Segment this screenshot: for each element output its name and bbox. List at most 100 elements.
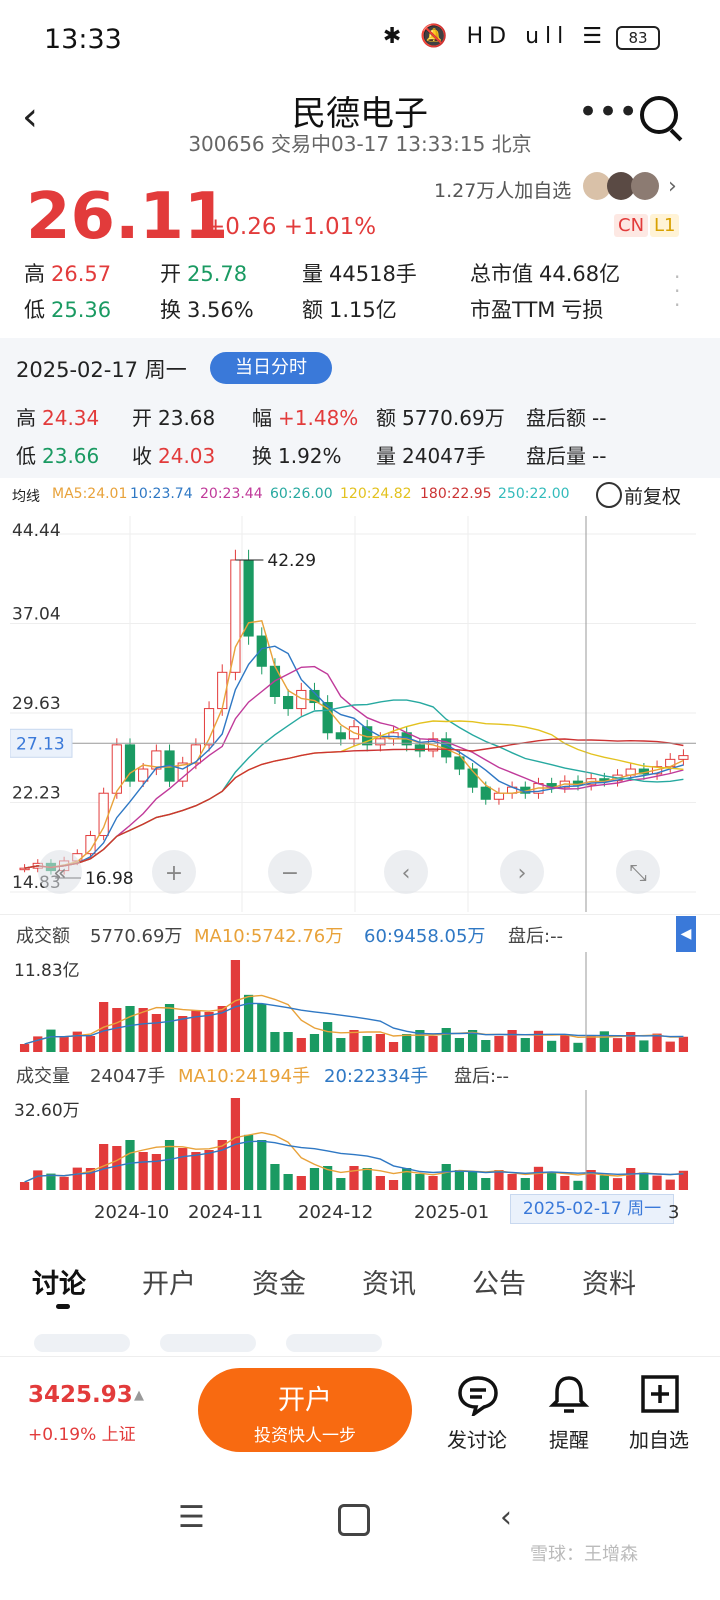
quote-stat: 开 25.78: [160, 258, 247, 288]
chevron-right-icon[interactable]: ›: [668, 174, 677, 199]
watermark: 雪球：王增森: [530, 1544, 638, 1565]
candle-body: [678, 755, 689, 760]
ma-line: [24, 645, 684, 869]
bell-icon[interactable]: [548, 1372, 590, 1416]
kline-chart[interactable]: 44.4437.0429.6322.2314.8327.1342.2916.98…: [10, 516, 696, 912]
volume-bar: [164, 1004, 175, 1052]
volume-bar: [388, 1180, 399, 1190]
day-stat-key: 低: [16, 444, 36, 468]
x-tick-label: 2024-10: [94, 1202, 170, 1223]
crosshair-value: 27.13: [16, 734, 65, 754]
day-stat-value: 5770.69万: [402, 406, 505, 430]
collapse-arrow-icon[interactable]: ◀: [676, 916, 696, 952]
stat-key: 量: [302, 262, 323, 286]
restore-adjust-toggle[interactable]: 前复权: [624, 482, 681, 509]
status-bar: 13:33 ✱ 🔕 HD ull ☰ 83: [0, 0, 720, 70]
volume-bar: [494, 1036, 504, 1052]
volume-bar: [19, 1044, 30, 1052]
high-mark: 42.29: [267, 551, 316, 571]
day-stat-key: 换: [252, 444, 272, 468]
settings-hex-icon[interactable]: [596, 482, 622, 508]
y-tick-label: 44.44: [12, 521, 61, 541]
candle-body: [243, 559, 254, 637]
volume-bar: [547, 1172, 557, 1190]
ma-line: [24, 665, 684, 869]
volume-bar: [441, 1164, 451, 1190]
candle-body: [493, 792, 505, 800]
home-nav-icon[interactable]: [338, 1504, 370, 1536]
price-change: +0.26 +1.01%: [206, 214, 377, 240]
add-watch-button[interactable]: 加自选: [614, 1424, 704, 1453]
day-stat: 开 23.68: [132, 402, 215, 431]
search-icon[interactable]: [640, 96, 678, 134]
tab-3[interactable]: 资讯: [362, 1262, 416, 1301]
tab-0[interactable]: 讨论: [32, 1262, 86, 1301]
index-change[interactable]: +0.19% 上证: [28, 1420, 136, 1445]
open-account-button[interactable]: 开户 投资快人一步: [198, 1368, 412, 1452]
day-stat: 幅 +1.48%: [252, 402, 358, 431]
y-tick-label: 29.63: [12, 694, 61, 714]
add-watchlist-icon[interactable]: [640, 1374, 680, 1414]
page-subtitle: 300656 交易中03-17 13:33:15 北京: [188, 132, 532, 156]
volume-bar: [402, 1034, 412, 1052]
day-stat: 换 1.92%: [252, 440, 342, 469]
tab-4[interactable]: 公告: [472, 1262, 526, 1301]
tab-1[interactable]: 开户: [142, 1262, 196, 1301]
volume-bar: [151, 1014, 161, 1052]
stat-value: 44.68亿: [539, 262, 621, 286]
battery-icon: 83: [616, 26, 660, 50]
turnover-label: 成交额: [16, 926, 70, 947]
volume-bar: [257, 1140, 267, 1190]
ma-item: MA5:24.01: [52, 486, 128, 502]
candle-body: [230, 559, 241, 673]
followers-count[interactable]: 1.27万人加自选: [434, 176, 571, 203]
vertical-dots-icon[interactable]: · · ·: [674, 267, 680, 315]
volume-bar: [85, 1036, 96, 1052]
menu-nav-icon[interactable]: ☰: [178, 1500, 205, 1535]
ma-label: 均线: [12, 489, 40, 505]
discuss-button[interactable]: 发讨论: [432, 1424, 522, 1453]
candle-body: [335, 732, 346, 740]
quote-stat: 总市值 44.68亿: [470, 258, 620, 288]
volume-bar: [560, 1176, 570, 1190]
volume-bar: [481, 1040, 491, 1052]
follower-avatars[interactable]: [583, 172, 661, 202]
index-value[interactable]: 3425.93: [28, 1382, 133, 1408]
ma-item: 120:24.82: [340, 486, 412, 502]
volume-bar: [204, 1150, 214, 1190]
volume-bar: [19, 1182, 30, 1190]
volume-bar: [481, 1178, 491, 1190]
volume-bar: [336, 1038, 346, 1052]
discuss-icon[interactable]: [456, 1374, 500, 1416]
candle-body: [124, 744, 136, 782]
tab-2[interactable]: 资金: [252, 1262, 306, 1301]
volume-bar: [362, 1168, 372, 1190]
stat-key: 总市值: [470, 262, 533, 286]
volume-bar: [138, 1008, 148, 1052]
open-account-sub: 投资快人一步: [254, 1426, 356, 1446]
back-nav-icon[interactable]: ‹: [500, 1500, 512, 1535]
ma-line: [24, 738, 684, 869]
volume-ma20: 20:22334手: [324, 1066, 429, 1087]
candle-body: [375, 738, 386, 746]
volume-bar: [665, 1041, 675, 1052]
volume-bar: [652, 1175, 662, 1190]
current-price: 26.11: [26, 180, 229, 254]
quote-stat: 换 3.56%: [160, 294, 254, 324]
volume-bar: [507, 1174, 517, 1190]
alert-button[interactable]: 提醒: [524, 1424, 614, 1453]
stat-value: 44518手: [329, 262, 417, 286]
intraday-button[interactable]: 当日分时: [210, 352, 332, 384]
tab-5[interactable]: 资料: [582, 1262, 636, 1301]
day-stat-value: 23.68: [158, 406, 216, 430]
y-tick-label: 37.04: [12, 605, 61, 625]
volume-bar: [217, 1140, 227, 1190]
volume-after: 盘后:--: [454, 1066, 510, 1087]
stat-value: 1.15亿: [329, 298, 397, 322]
volume-bar: [46, 1029, 56, 1052]
cn-badge: CN: [614, 214, 649, 237]
more-icon[interactable]: •••: [578, 92, 638, 132]
volume-bar: [639, 1172, 649, 1190]
turnover-ma60: 60:9458.05万: [364, 926, 486, 947]
volume-bar: [296, 1038, 306, 1052]
